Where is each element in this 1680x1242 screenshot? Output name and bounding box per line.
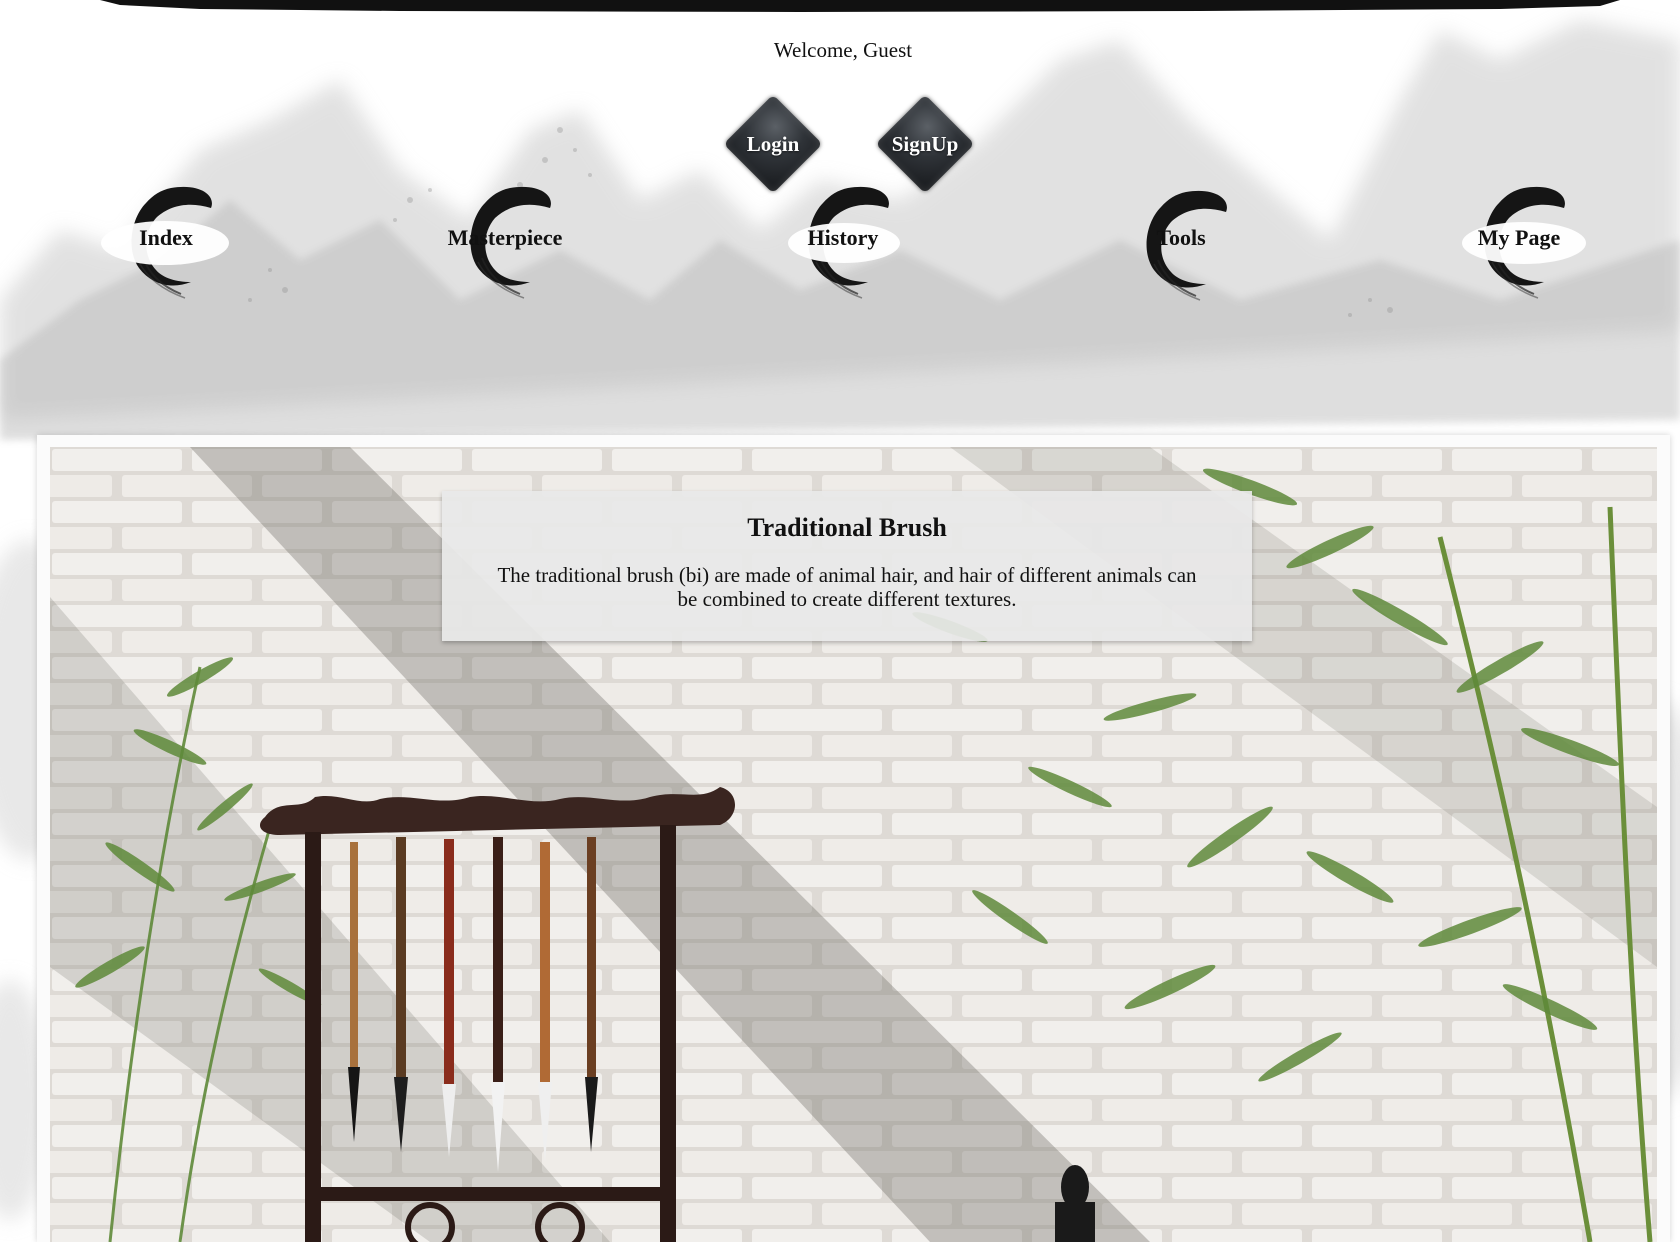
login-label: Login — [746, 131, 800, 156]
feature-description: The traditional brush (bi) are made of a… — [497, 563, 1197, 611]
signup-label: SignUp — [891, 131, 959, 156]
top-ink-stroke — [100, 0, 1620, 12]
nav-item-my-page[interactable]: My Page — [1434, 178, 1604, 313]
feature-title: Traditional Brush — [747, 513, 947, 542]
nav-item-masterpiece[interactable]: Masterpiece — [420, 178, 590, 313]
nav-item-index[interactable]: Index — [81, 178, 251, 313]
nav-label-masterpiece: Masterpiece — [447, 225, 563, 250]
nav-item-tools[interactable]: Tools — [1096, 178, 1266, 313]
nav-label-history: History — [807, 225, 879, 250]
nav-label-tools: Tools — [1156, 225, 1206, 250]
nav-label-my-page: My Page — [1477, 225, 1561, 250]
feature-caption: Traditional Brush The traditional brush … — [442, 491, 1252, 641]
page: Welcome, Guest Login SignUp Index Master… — [0, 0, 1680, 1242]
nav-item-history[interactable]: History — [758, 178, 928, 313]
welcome-text: Welcome, Guest — [773, 38, 913, 62]
content-frame: Traditional Brush The traditional brush … — [37, 435, 1670, 1242]
hero-image: Traditional Brush The traditional brush … — [50, 447, 1657, 1242]
nav-label-index: Index — [139, 225, 193, 250]
